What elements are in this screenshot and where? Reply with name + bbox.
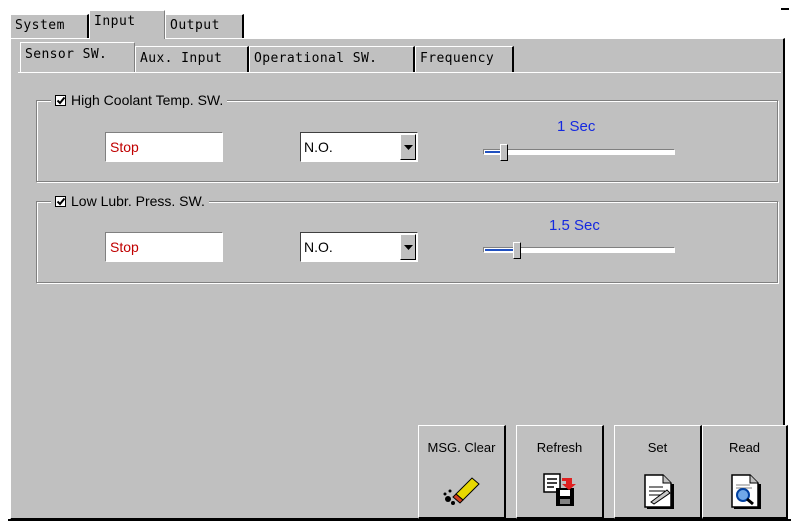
tab-output[interactable]: Output bbox=[165, 14, 244, 38]
low-lubr-press-contact-select[interactable]: N.O. bbox=[300, 232, 418, 262]
tab-aux-input[interactable]: Aux. Input bbox=[135, 46, 249, 72]
chevron-down-icon bbox=[404, 245, 413, 250]
low-lubr-press-action-field[interactable]: Stop bbox=[105, 232, 223, 262]
document-magnifier-icon bbox=[728, 472, 762, 513]
read-label: Read bbox=[728, 440, 761, 455]
tab-frequency[interactable]: Frequency bbox=[415, 46, 514, 72]
tab-frequency-label: Frequency bbox=[420, 51, 495, 66]
high-coolant-temp-delay-label: 1 Sec bbox=[557, 118, 596, 135]
refresh-disk-icon bbox=[542, 472, 578, 511]
msg-clear-label: MSG. Clear bbox=[427, 440, 496, 455]
low-lubr-press-checkbox[interactable] bbox=[55, 195, 66, 207]
document-pen-icon bbox=[641, 472, 675, 513]
msg-clear-button[interactable]: MSG. Clear bbox=[418, 425, 506, 519]
tab-operational-sw[interactable]: Operational SW. bbox=[249, 46, 415, 72]
low-lubr-press-delay-label: 1.5 Sec bbox=[549, 217, 600, 234]
group-high-coolant-temp-legend: High Coolant Temp. SW. bbox=[51, 92, 228, 108]
high-coolant-temp-slider-track[interactable] bbox=[483, 149, 675, 155]
window-bottom-edge bbox=[8, 519, 791, 521]
checkmark-icon bbox=[56, 96, 66, 104]
high-coolant-temp-slider-thumb[interactable] bbox=[500, 144, 508, 161]
window-corner-mark bbox=[781, 8, 789, 10]
group-low-lubr-press: Low Lubr. Press. SW. Stop N.O. 1.5 Sec bbox=[36, 193, 778, 283]
eraser-icon bbox=[442, 472, 482, 509]
tab-sensor-sw-label: Sensor SW. bbox=[25, 47, 108, 62]
high-coolant-temp-dropdown-button[interactable] bbox=[400, 134, 416, 160]
low-lubr-press-contact-value: N.O. bbox=[304, 239, 333, 255]
tab-system[interactable]: System bbox=[10, 14, 89, 38]
tab-system-label: System bbox=[15, 18, 65, 33]
high-coolant-temp-checkbox[interactable] bbox=[55, 94, 66, 106]
group-high-coolant-temp: High Coolant Temp. SW. Stop N.O. 1 Sec bbox=[36, 92, 778, 182]
tab-aux-input-label: Aux. Input bbox=[140, 51, 223, 66]
read-button[interactable]: Read bbox=[702, 425, 788, 519]
checkmark-icon bbox=[56, 197, 66, 205]
high-coolant-temp-title: High Coolant Temp. SW. bbox=[71, 92, 224, 108]
low-lubr-press-slider-thumb[interactable] bbox=[513, 242, 521, 259]
tab-input[interactable]: Input bbox=[89, 10, 165, 39]
low-lubr-press-dropdown-button[interactable] bbox=[400, 234, 416, 260]
high-coolant-temp-contact-value: N.O. bbox=[304, 139, 333, 155]
set-button[interactable]: Set bbox=[614, 425, 702, 519]
tab-input-label: Input bbox=[94, 14, 136, 29]
low-lubr-press-slider-track[interactable] bbox=[483, 247, 675, 253]
subtab-panel bbox=[18, 72, 781, 73]
group-low-lubr-press-legend: Low Lubr. Press. SW. bbox=[51, 193, 209, 209]
refresh-button[interactable]: Refresh bbox=[516, 425, 604, 519]
refresh-label: Refresh bbox=[536, 440, 583, 455]
chevron-down-icon bbox=[404, 145, 413, 150]
tab-output-label: Output bbox=[170, 18, 220, 33]
high-coolant-temp-contact-select[interactable]: N.O. bbox=[300, 132, 418, 162]
low-lubr-press-slider-fill bbox=[485, 249, 516, 251]
set-label: Set bbox=[647, 440, 668, 455]
high-coolant-temp-action-field[interactable]: Stop bbox=[105, 132, 223, 162]
low-lubr-press-title: Low Lubr. Press. SW. bbox=[71, 193, 205, 209]
tab-operational-sw-label: Operational SW. bbox=[254, 51, 378, 66]
tab-sensor-sw[interactable]: Sensor SW. bbox=[20, 42, 135, 72]
